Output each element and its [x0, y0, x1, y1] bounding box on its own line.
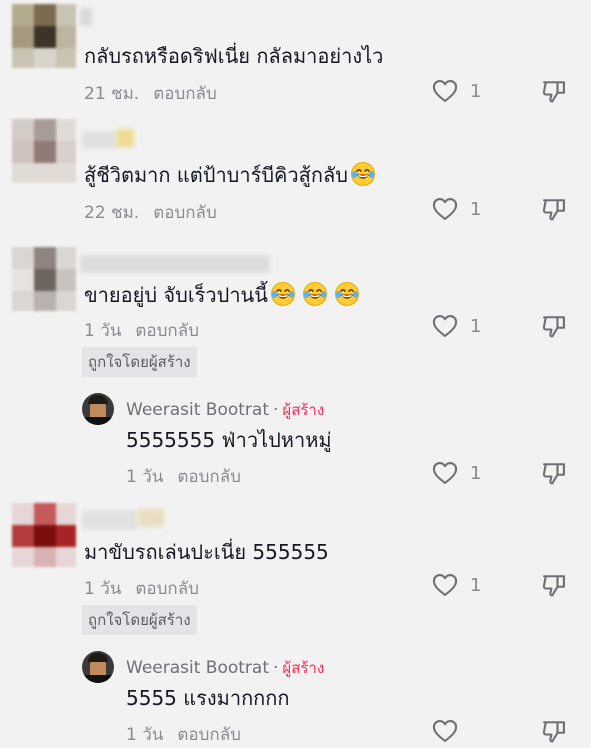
comment-meta: 1 วัน ตอบกลับ [84, 575, 199, 602]
laughing-tears-emoji [334, 281, 360, 307]
reply-button[interactable]: ตอบกลับ [135, 579, 199, 599]
like-button[interactable]: 1 [430, 459, 481, 487]
like-button[interactable]: 1 [430, 571, 481, 599]
blurred-username [82, 131, 116, 149]
laughing-tears-emoji [270, 281, 296, 307]
avatar[interactable] [12, 119, 76, 183]
blurred-username [80, 255, 270, 273]
reply-button[interactable]: ตอบกลับ [153, 203, 217, 223]
comment-text: สู้ชีวิตมาก แต่ป้าบาร์บีคิวสู้กลับ [84, 161, 376, 188]
heart-outline-icon [430, 195, 460, 223]
reply-button[interactable]: ตอบกลับ [135, 321, 199, 341]
reply-time: 1 วัน [126, 467, 164, 487]
comment-text: ขายอยู่บ่ จับเร็วปานนี้ [84, 281, 360, 308]
blurred-username [116, 129, 134, 147]
reply-time: 1 วัน [126, 725, 164, 745]
creator-tag: ผู้สร้าง [282, 659, 325, 677]
comment-item: ขายอยู่บ่ จับเร็วปานนี้ 1 วัน ตอบกลับ 1 ถ… [0, 233, 591, 493]
avatar[interactable] [12, 4, 76, 68]
comment-time: 22 ชม. [84, 203, 140, 223]
comment-time: 1 วัน [84, 321, 122, 341]
avatar[interactable] [12, 503, 76, 567]
comment-text: มาขับรถเล่นปะเนี่ย 555555 [84, 540, 329, 564]
comment-text: กลับรถหรือดริฟเนี่ย กลัลมาอย่างไว [84, 44, 384, 68]
reply-author[interactable]: Weerasit Bootrat [126, 400, 269, 420]
liked-by-creator-badge: ถูกใจโดยผู้สร้าง [82, 605, 197, 635]
comment-text-body: ขายอยู่บ่ จับเร็วปานนี้ [84, 283, 268, 307]
reply-text: 5555555 ฟ่าวไปหาหมู่ [126, 428, 332, 452]
comment-meta: 22 ชม. ตอบกลับ [84, 199, 217, 226]
comment-time: 1 วัน [84, 579, 122, 599]
thumbs-down-outline-icon[interactable] [540, 195, 568, 223]
creator-tag: ผู้สร้าง [282, 401, 325, 419]
heart-outline-icon [430, 717, 460, 745]
reply-button[interactable]: ตอบกลับ [177, 725, 241, 745]
creator-name: Weerasit Bootrat · ผู้สร้าง [126, 658, 325, 678]
comment-item: มาขับรถเล่นปะเนี่ย 555555 1 วัน ตอบกลับ 1… [0, 493, 591, 745]
laughing-tears-emoji [302, 281, 328, 307]
like-count: 1 [470, 462, 482, 484]
comment-meta: 1 วัน ตอบกลับ [84, 317, 199, 344]
comment-item: สู้ชีวิตมาก แต่ป้าบาร์บีคิวสู้กลับ 22 ชม… [0, 115, 591, 233]
blurred-username [80, 8, 92, 26]
creator-name: Weerasit Bootrat · ผู้สร้าง [126, 400, 325, 420]
reply-author[interactable]: Weerasit Bootrat [126, 658, 269, 678]
comment-item: กลับรถหรือดริฟเนี่ย กลัลมาอย่างไว 21 ชม.… [0, 0, 591, 115]
comment-meta: 21 ชม. ตอบกลับ [84, 80, 217, 107]
like-count: 1 [470, 574, 482, 596]
like-button[interactable] [430, 717, 460, 745]
like-count: 1 [470, 198, 482, 220]
like-button[interactable]: 1 [430, 195, 481, 223]
creator-avatar[interactable] [82, 651, 114, 683]
like-count: 1 [470, 80, 482, 102]
blurred-username [138, 509, 164, 527]
reply-button[interactable]: ตอบกลับ [177, 467, 241, 487]
reply-button[interactable]: ตอบกลับ [153, 84, 217, 104]
like-count: 1 [470, 315, 482, 337]
liked-by-creator-badge: ถูกใจโดยผู้สร้าง [82, 347, 197, 377]
reply-text: 5555 แรงมากกกก [126, 686, 290, 710]
thumbs-down-outline-icon[interactable] [540, 571, 568, 599]
thumbs-down-outline-icon[interactable] [540, 77, 568, 105]
thumbs-down-outline-icon[interactable] [540, 459, 568, 487]
heart-outline-icon [430, 312, 460, 340]
heart-outline-icon [430, 571, 460, 599]
reply-meta: 1 วัน ตอบกลับ [126, 463, 241, 490]
comment-text-body: สู้ชีวิตมาก แต่ป้าบาร์บีคิวสู้กลับ [84, 163, 348, 187]
like-button[interactable]: 1 [430, 312, 481, 340]
thumbs-down-outline-icon[interactable] [540, 312, 568, 340]
comment-time: 21 ชม. [84, 84, 140, 104]
laughing-tears-emoji [350, 161, 376, 187]
blurred-username [82, 511, 138, 529]
heart-outline-icon [430, 77, 460, 105]
avatar[interactable] [12, 247, 76, 311]
creator-avatar[interactable] [82, 393, 114, 425]
thumbs-down-outline-icon[interactable] [540, 717, 568, 745]
like-button[interactable]: 1 [430, 77, 481, 105]
heart-outline-icon [430, 459, 460, 487]
